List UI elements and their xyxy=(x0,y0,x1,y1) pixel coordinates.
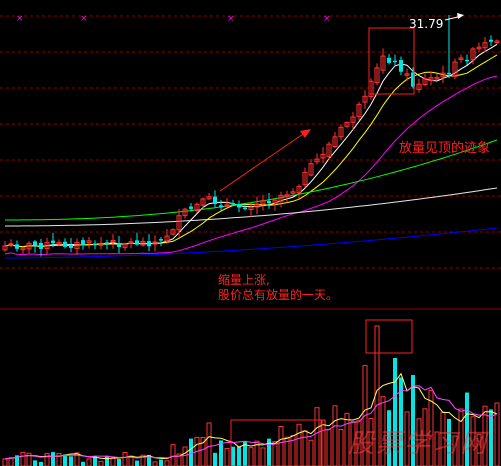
candle-body xyxy=(489,39,493,42)
candle-body xyxy=(117,243,121,248)
candle-body xyxy=(159,239,163,241)
candle-body xyxy=(387,57,391,63)
volume-bar xyxy=(51,452,55,466)
candle-body xyxy=(399,60,403,72)
candle-body xyxy=(213,196,217,205)
candle-body xyxy=(147,241,151,247)
candle-body xyxy=(135,240,139,245)
candle-body xyxy=(33,241,37,246)
candle-body xyxy=(393,60,397,63)
volume-bar xyxy=(213,452,217,466)
candle-body xyxy=(465,59,469,62)
candle-body xyxy=(63,241,67,247)
candle-body xyxy=(189,206,193,209)
candle-body xyxy=(51,240,55,244)
candle-body xyxy=(237,204,241,208)
candle-body xyxy=(231,202,235,205)
volume-bar xyxy=(105,455,109,466)
marker-x: × xyxy=(227,14,235,24)
marker-x: × xyxy=(16,14,24,24)
volume-bar xyxy=(135,460,139,466)
candle-body xyxy=(243,207,247,210)
candle-body xyxy=(105,242,109,244)
marker-x: × xyxy=(80,14,88,24)
volume-bar xyxy=(159,459,163,466)
volume-annotation-line2: 股价总有放量的一天。 xyxy=(218,287,338,302)
volume-bar xyxy=(117,459,121,466)
candle-body xyxy=(39,242,43,249)
candle-body xyxy=(447,72,451,75)
high-price-label: 31.79 xyxy=(409,17,443,31)
volume-bar xyxy=(39,461,43,466)
volume-bar xyxy=(489,409,493,466)
volume-bar xyxy=(267,438,271,466)
volume-bar xyxy=(237,446,241,466)
candle-body xyxy=(219,205,223,208)
stock-chart: × × × × 31.79 放量见顶的迹象 缩量上涨, 股价总有放量的一天。 股… xyxy=(0,0,501,466)
candle-body xyxy=(93,243,97,246)
volume-bar xyxy=(33,460,37,466)
candle-body xyxy=(81,240,85,246)
volume-bar xyxy=(189,438,193,466)
volume-bar xyxy=(81,461,85,466)
volume-annotation-line1: 缩量上涨, xyxy=(218,272,270,287)
volume-bar xyxy=(231,446,235,466)
candle-body xyxy=(15,244,19,249)
candle-body xyxy=(267,200,271,204)
volume-bar xyxy=(69,456,73,466)
marker-x: × xyxy=(323,14,331,24)
watermark: 股票学习网 xyxy=(348,429,489,459)
top-signal-annotation: 放量见顶的迹象 xyxy=(399,140,490,156)
candle-body xyxy=(69,245,73,248)
volume-bar xyxy=(63,454,67,466)
